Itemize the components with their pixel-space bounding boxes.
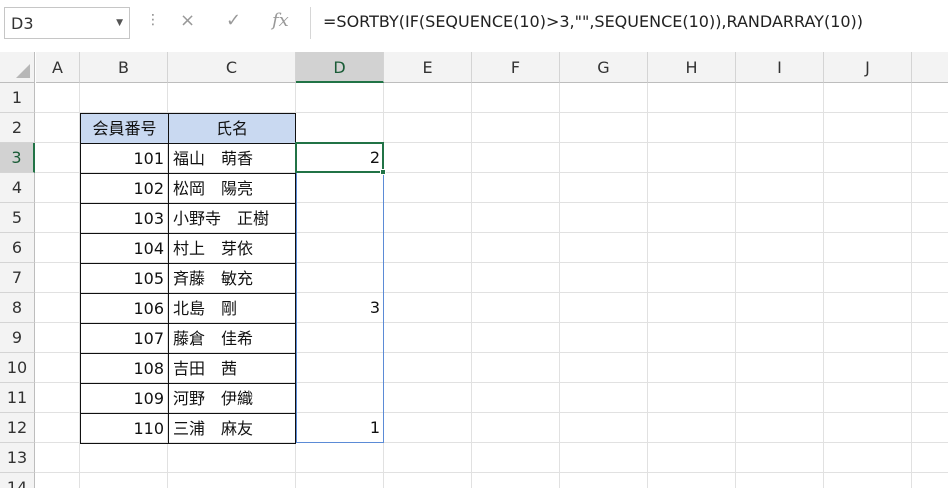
cell-c2-header-name[interactable]: 氏名 [168,113,296,144]
select-all-icon [16,64,30,78]
cell-c5[interactable]: 小野寺 正樹 [168,203,296,234]
column-header-d[interactable]: D [296,52,384,83]
gridline [911,83,912,488]
column-header-k[interactable] [912,52,948,83]
column-header-e[interactable]: E [384,52,472,83]
formula-input[interactable]: =SORTBY(IF(SEQUENCE(10)>3,"",SEQUENCE(10… [310,7,948,39]
cell-c4[interactable]: 松岡 陽亮 [168,173,296,204]
cell-c8[interactable]: 北島 剛 [168,293,296,324]
spill-range-border [296,142,384,443]
cell-b8[interactable]: 106 [80,293,169,324]
cancel-icon[interactable]: × [180,10,195,31]
gridline [647,83,648,488]
active-cell-d3[interactable] [295,142,384,173]
column-header-b[interactable]: B [80,52,168,83]
row-header-7[interactable]: 7 [0,263,35,293]
cell-b3[interactable]: 101 [80,143,169,174]
cell-b4[interactable]: 102 [80,173,169,204]
column-header-a[interactable]: A [36,52,80,83]
cell-c6[interactable]: 村上 芽依 [168,233,296,264]
select-all-corner[interactable] [0,52,35,83]
row-header-3[interactable]: 3 [0,143,35,173]
formula-text: =SORTBY(IF(SEQUENCE(10)>3,"",SEQUENCE(10… [323,12,864,31]
cell-b9[interactable]: 107 [80,323,169,354]
more-options-icon[interactable]: ⋮ [146,12,160,28]
gridline [35,472,948,473]
cell-b12[interactable]: 110 [80,413,169,444]
row-header-10[interactable]: 10 [0,353,35,383]
column-header-g[interactable]: G [560,52,648,83]
row-header-14[interactable]: 14 [0,473,35,488]
gridline [823,83,824,488]
cell-b2-header-member-id[interactable]: 会員番号 [80,113,169,144]
column-header-f[interactable]: F [472,52,560,83]
row-header-5[interactable]: 5 [0,203,35,233]
formula-bar-area: D3 ▼ ⋮ × ✓ fx =SORTBY(IF(SEQUENCE(10)>3,… [0,0,948,52]
cell-c12[interactable]: 三浦 麻友 [168,413,296,444]
column-header-j[interactable]: J [824,52,912,83]
column-header-h[interactable]: H [648,52,736,83]
row-header-2[interactable]: 2 [0,113,35,143]
gridline [471,83,472,488]
worksheet-grid[interactable]: A B C D E F G H I J 1 2 3 4 5 6 7 8 9 10… [0,52,948,488]
row-header-4[interactable]: 4 [0,173,35,203]
row-header-6[interactable]: 6 [0,233,35,263]
row-header-11[interactable]: 11 [0,383,35,413]
fill-handle[interactable] [380,169,386,175]
cell-c10[interactable]: 吉田 茜 [168,353,296,384]
chevron-down-icon[interactable]: ▼ [116,18,123,28]
column-header-i[interactable]: I [736,52,824,83]
cell-c9[interactable]: 藤倉 佳希 [168,323,296,354]
gridline [559,83,560,488]
column-header-c[interactable]: C [168,52,296,83]
insert-function-icon[interactable]: fx [272,10,289,31]
cell-b10[interactable]: 108 [80,353,169,384]
row-header-8[interactable]: 8 [0,293,35,323]
cell-b7[interactable]: 105 [80,263,169,294]
gridline [735,83,736,488]
enter-icon[interactable]: ✓ [226,10,241,31]
cell-b6[interactable]: 104 [80,233,169,264]
row-header-9[interactable]: 9 [0,323,35,353]
cell-c7[interactable]: 斉藤 敏充 [168,263,296,294]
cell-c11[interactable]: 河野 伊織 [168,383,296,414]
cell-b11[interactable]: 109 [80,383,169,414]
name-box[interactable]: D3 ▼ [4,7,130,39]
name-box-value: D3 [11,14,34,33]
cell-b5[interactable]: 103 [80,203,169,234]
row-header-12[interactable]: 12 [0,413,35,443]
formula-buttons: × ✓ fx [168,7,306,39]
cell-c3[interactable]: 福山 萌香 [168,143,296,174]
row-header-13[interactable]: 13 [0,443,35,473]
row-header-1[interactable]: 1 [0,83,35,113]
